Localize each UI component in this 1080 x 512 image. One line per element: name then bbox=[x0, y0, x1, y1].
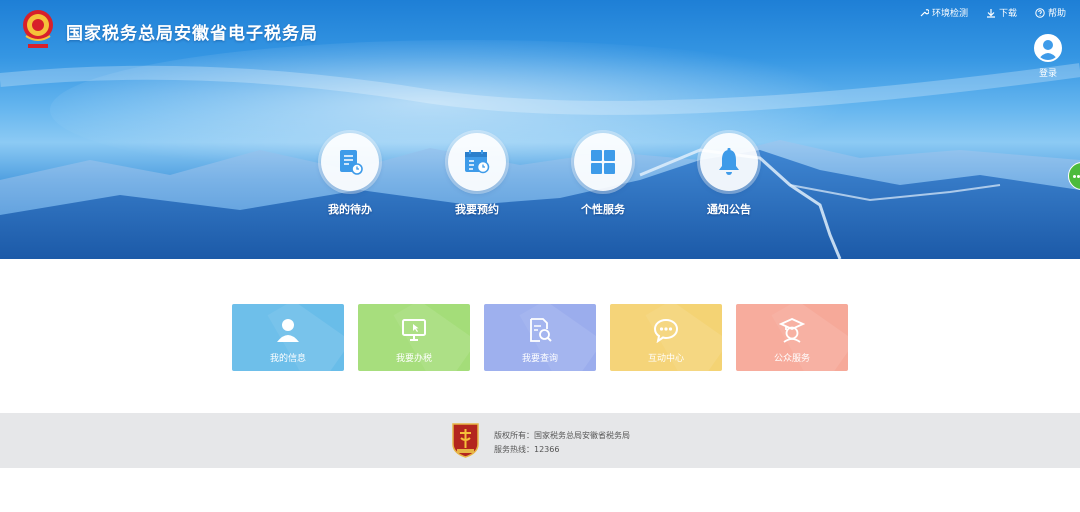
tile-query[interactable]: 我要查询 bbox=[484, 304, 596, 371]
hero-item-notice-label: 通知公告 bbox=[707, 203, 751, 216]
tile-interaction-label: 互动中心 bbox=[647, 354, 684, 364]
footer-text: 版权所有：国家税务总局安徽省税务局 服务热线：12366 bbox=[494, 429, 630, 457]
hero-item-personal-label: 个性服务 bbox=[581, 203, 625, 216]
wrench-icon bbox=[920, 8, 929, 16]
help-link[interactable]: 帮助 bbox=[1035, 6, 1066, 19]
chat-icon bbox=[653, 318, 679, 343]
todo-list-icon bbox=[340, 150, 363, 175]
help-icon bbox=[1035, 7, 1045, 18]
tile-query-label: 我要查询 bbox=[521, 354, 558, 364]
download-link[interactable]: 下载 bbox=[986, 6, 1017, 19]
hero-item-personal[interactable]: 个性服务 bbox=[558, 133, 648, 217]
tile-tax-handling-label: 我要办税 bbox=[395, 354, 432, 364]
hero-nav: 我的待办 我要预约 个性服务 通知公告 bbox=[0, 133, 1080, 223]
login-label: 登录 bbox=[1038, 69, 1057, 79]
hero-item-todo-label: 我的待办 bbox=[328, 203, 372, 216]
graduate-icon bbox=[779, 318, 805, 343]
user-icon bbox=[277, 319, 299, 342]
calendar-clock-icon bbox=[465, 150, 490, 174]
copyright-text: 版权所有：国家税务总局安徽省税务局 bbox=[494, 431, 630, 440]
hotline-text: 服务热线：12366 bbox=[494, 445, 560, 454]
download-icon bbox=[986, 8, 995, 18]
grid-icon bbox=[591, 150, 615, 174]
tile-interaction[interactable]: 互动中心 bbox=[610, 304, 722, 371]
tile-my-info[interactable]: 我的信息 bbox=[232, 304, 344, 371]
env-check-link[interactable]: 环境检测 bbox=[919, 6, 968, 19]
env-check-label: 环境检测 bbox=[931, 9, 968, 19]
service-tiles: 我的信息 我要办税 我要查询 互动中心 公众服务 bbox=[232, 304, 848, 371]
site-title: 国家税务总局安徽省电子税务局 bbox=[66, 24, 318, 44]
document-search-icon bbox=[530, 318, 552, 342]
help-label: 帮助 bbox=[1047, 9, 1066, 19]
hero-item-todo[interactable]: 我的待办 bbox=[305, 133, 395, 217]
hero-item-notice[interactable]: 通知公告 bbox=[684, 133, 774, 217]
tile-public-service[interactable]: 公众服务 bbox=[736, 304, 848, 371]
hero-banner: 国家税务总局安徽省电子税务局 环境检测 下载 帮助 登录 我的待办 我要预约 个… bbox=[0, 0, 1080, 259]
user-avatar-icon bbox=[1038, 40, 1058, 60]
tax-shield-emblem bbox=[452, 423, 479, 458]
top-links: 环境检测 下载 帮助 bbox=[919, 6, 1066, 19]
bell-icon bbox=[719, 148, 739, 175]
tile-my-info-label: 我的信息 bbox=[269, 354, 306, 364]
tile-public-service-label: 公众服务 bbox=[773, 354, 810, 364]
avatar bbox=[1034, 34, 1062, 62]
download-label: 下载 bbox=[998, 9, 1017, 19]
tile-tax-handling[interactable]: 我要办税 bbox=[358, 304, 470, 371]
footer: 版权所有：国家税务总局安徽省税务局 服务热线：12366 bbox=[0, 413, 1080, 468]
login-button[interactable]: 登录 bbox=[1031, 34, 1065, 79]
hero-item-appointment-label: 我要预约 bbox=[455, 203, 499, 216]
hero-item-appointment[interactable]: 我要预约 bbox=[432, 133, 522, 217]
monitor-icon bbox=[402, 319, 426, 341]
tax-emblem-logo bbox=[23, 10, 53, 48]
